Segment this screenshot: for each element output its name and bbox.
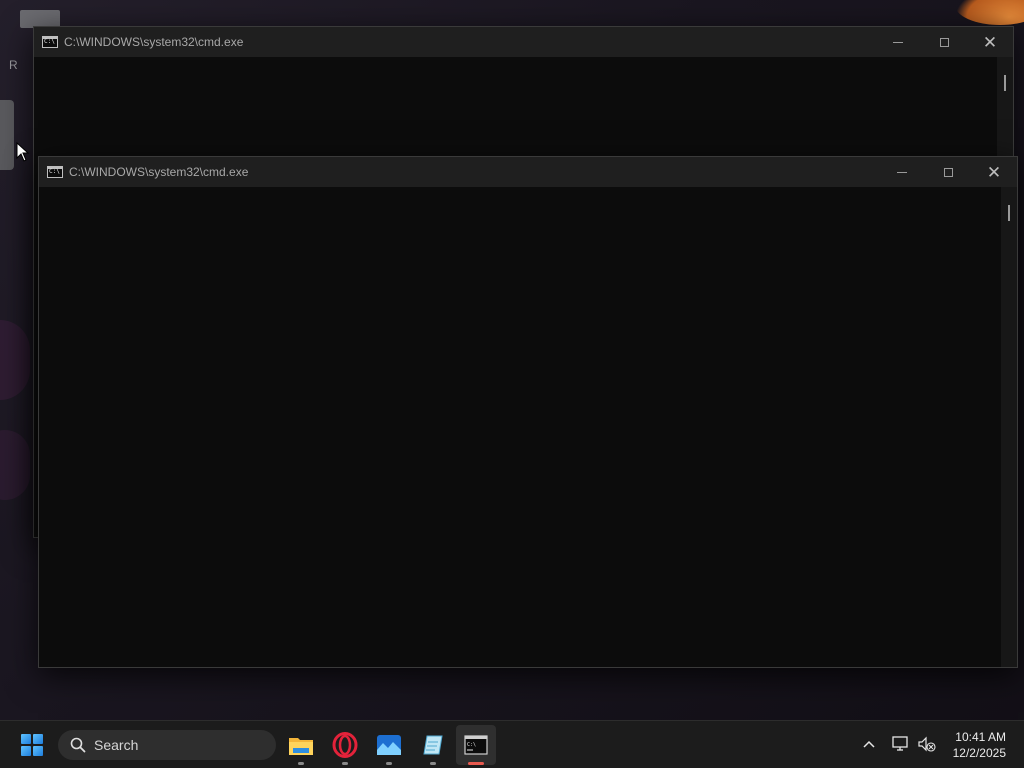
mouse-cursor-icon: [16, 142, 30, 162]
start-button[interactable]: [12, 727, 52, 763]
taskbar-app-file-explorer[interactable]: [281, 725, 321, 765]
window-title: C:\WINDOWS\system32\cmd.exe: [64, 35, 244, 49]
speaker-muted-icon: [918, 736, 936, 752]
maximize-icon: [939, 37, 949, 47]
maximize-icon: [943, 167, 953, 177]
taskbar-search[interactable]: Search: [58, 730, 276, 760]
svg-text:C:\: C:\: [467, 742, 476, 748]
taskbar-app-opera[interactable]: [325, 725, 365, 765]
file-explorer-icon: [289, 738, 313, 755]
taskbar: Search C:\ 10:41 AM 12/2/2025: [0, 720, 1024, 768]
wallpaper-planet: [955, 0, 1024, 25]
wallpaper-shape: [0, 320, 30, 400]
notepad-icon: [423, 735, 443, 755]
window-titlebar[interactable]: C:\WINDOWS\system32\cmd.exe ✕: [39, 157, 1017, 187]
minimize-icon: [897, 171, 907, 173]
taskbar-app-terminal[interactable]: C:\: [456, 725, 496, 765]
photos-icon: [377, 735, 401, 755]
system-clock[interactable]: 10:41 AM 12/2/2025: [953, 729, 1006, 761]
cmd-icon: [47, 166, 63, 178]
minimize-icon: [893, 41, 903, 43]
clock-time: 10:41 AM: [955, 730, 1006, 744]
search-icon: [70, 737, 86, 753]
close-button[interactable]: ✕: [971, 157, 1017, 187]
network-icon: [892, 736, 908, 751]
windows-logo-icon: [21, 734, 43, 756]
terminal-icon: C:\: [464, 735, 488, 755]
cmd-icon: [42, 36, 58, 48]
close-button[interactable]: ✕: [967, 27, 1013, 57]
scroll-thumb[interactable]: [1008, 205, 1010, 221]
close-icon: ✕: [986, 162, 1002, 182]
search-placeholder: Search: [94, 737, 139, 753]
maximize-button[interactable]: [925, 157, 971, 187]
window-title: C:\WINDOWS\system32\cmd.exe: [69, 165, 249, 179]
minimize-button[interactable]: [879, 157, 925, 187]
chevron-up-icon: [863, 740, 875, 748]
taskbar-app-photos[interactable]: [369, 725, 409, 765]
console-area[interactable]: [39, 187, 1001, 667]
network-status-button[interactable]: [890, 733, 912, 755]
desktop-side-panel: [0, 100, 14, 170]
window-titlebar[interactable]: C:\WINDOWS\system32\cmd.exe ✕: [34, 27, 1013, 57]
volume-status-button[interactable]: [916, 733, 938, 755]
close-icon: ✕: [982, 32, 998, 52]
desktop-partial-label: R: [9, 58, 18, 72]
wallpaper-shape: [0, 430, 30, 500]
show-hidden-icons-button[interactable]: [858, 733, 880, 755]
clock-date: 12/2/2025: [952, 746, 1006, 760]
vertical-scrollbar[interactable]: [1001, 187, 1017, 667]
scroll-thumb[interactable]: [1004, 75, 1006, 91]
opera-browser-icon: [332, 732, 358, 758]
cmd-window-foreground[interactable]: C:\WINDOWS\system32\cmd.exe ✕: [38, 156, 1018, 668]
maximize-button[interactable]: [921, 27, 967, 57]
minimize-button[interactable]: [875, 27, 921, 57]
taskbar-app-notepad[interactable]: [413, 725, 453, 765]
